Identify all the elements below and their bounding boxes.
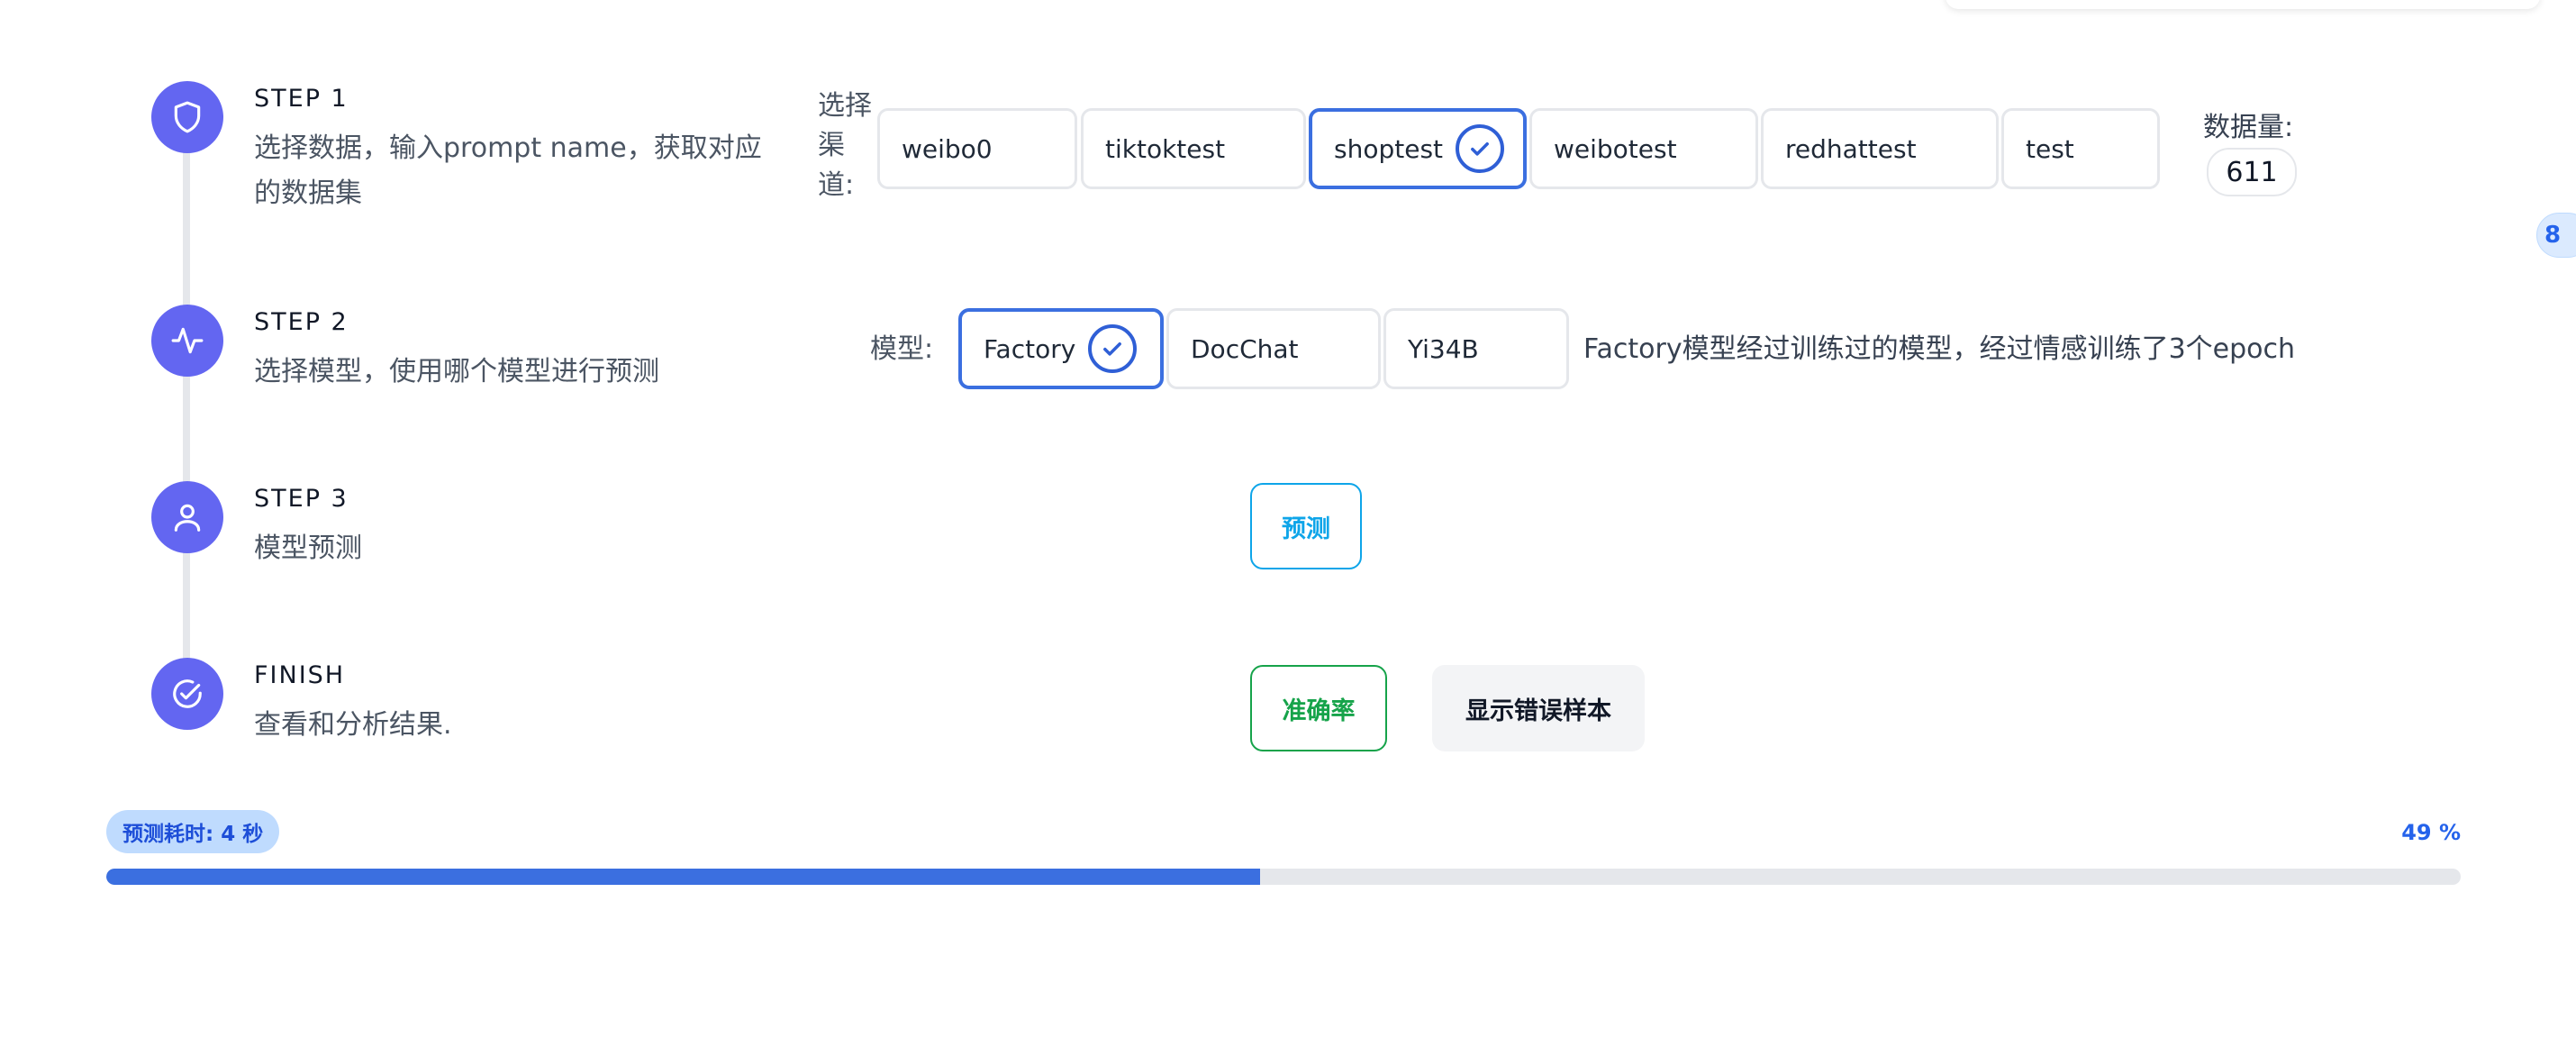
data-count-badge: 611: [2207, 148, 2297, 196]
channel-option-label: shoptest: [1334, 133, 1444, 164]
progress-track: [106, 869, 2461, 885]
side-tab-label: 8: [2544, 222, 2562, 249]
model-option-yi34b[interactable]: Yi34B: [1383, 308, 1569, 389]
channel-option-label: tiktoktest: [1105, 133, 1226, 164]
data-count-label: 数据量:: [2203, 112, 2294, 143]
step-1-title: STEP 1: [254, 85, 349, 113]
model-description: Factory模型经过训练过的模型，经过情感训练了3个epoch: [1583, 333, 2296, 365]
model-label: 模型:: [870, 333, 934, 365]
side-floating-tab[interactable]: 8: [2536, 213, 2576, 258]
model-option-label: Factory: [984, 333, 1076, 364]
channel-option-label: redhattest: [1785, 133, 1917, 164]
predict-button[interactable]: 预测: [1250, 483, 1362, 569]
model-option-label: DocChat: [1191, 333, 1299, 364]
show-errors-button[interactable]: 显示错误样本: [1432, 665, 1645, 751]
step-3-title: STEP 3: [254, 485, 349, 513]
accuracy-button[interactable]: 准确率: [1250, 665, 1387, 751]
channel-option-label: test: [2026, 133, 2074, 164]
model-option-label: Yi34B: [1408, 333, 1479, 364]
step-2-activity-icon: [151, 305, 223, 377]
step-1-desc-line1: 选择数据，输入prompt name，获取对应: [254, 132, 762, 164]
step-1-desc-line2: 的数据集: [254, 178, 362, 209]
channel-option-test[interactable]: test: [2001, 108, 2160, 189]
channel-option-label: weibotest: [1554, 133, 1677, 164]
progress-percent: 49 %: [2401, 820, 2461, 845]
elapsed-time-badge: 预测耗时: 4 秒: [106, 810, 280, 853]
model-option-docchat[interactable]: DocChat: [1166, 308, 1381, 389]
channel-option-label: weibo0: [902, 133, 993, 164]
channel-label-line2: 渠: [818, 130, 845, 161]
channel-label: 选择 渠 道:: [818, 86, 872, 205]
top-popover-card: [1946, 0, 2540, 9]
channel-option-weibo0[interactable]: weibo0: [877, 108, 1077, 189]
channel-option-redhattest[interactable]: redhattest: [1761, 108, 1999, 189]
channel-option-weibotest[interactable]: weibotest: [1529, 108, 1758, 189]
step-1-description: 选择数据，输入prompt name，获取对应 的数据集: [254, 126, 762, 216]
step-3-user-icon: [151, 481, 223, 553]
timeline-line: [183, 108, 190, 694]
channel-label-line3: 道:: [818, 169, 855, 201]
channel-option-shoptest[interactable]: shoptest: [1309, 108, 1527, 189]
step-1-shield-icon: [151, 81, 223, 153]
check-icon: [1456, 124, 1505, 173]
finish-title: FINISH: [254, 661, 346, 689]
step-3-description: 模型预测: [254, 533, 362, 564]
channel-label-line1: 选择: [818, 90, 872, 122]
channel-option-tiktoktest[interactable]: tiktoktest: [1081, 108, 1306, 189]
check-icon: [1088, 324, 1138, 373]
model-option-factory[interactable]: Factory: [958, 308, 1164, 389]
finish-description: 查看和分析结果.: [254, 709, 452, 741]
step-2-description: 选择模型，使用哪个模型进行预测: [254, 356, 659, 387]
progress-fill: [106, 869, 1260, 885]
finish-check-circle-icon: [151, 658, 223, 730]
step-2-title: STEP 2: [254, 308, 349, 336]
